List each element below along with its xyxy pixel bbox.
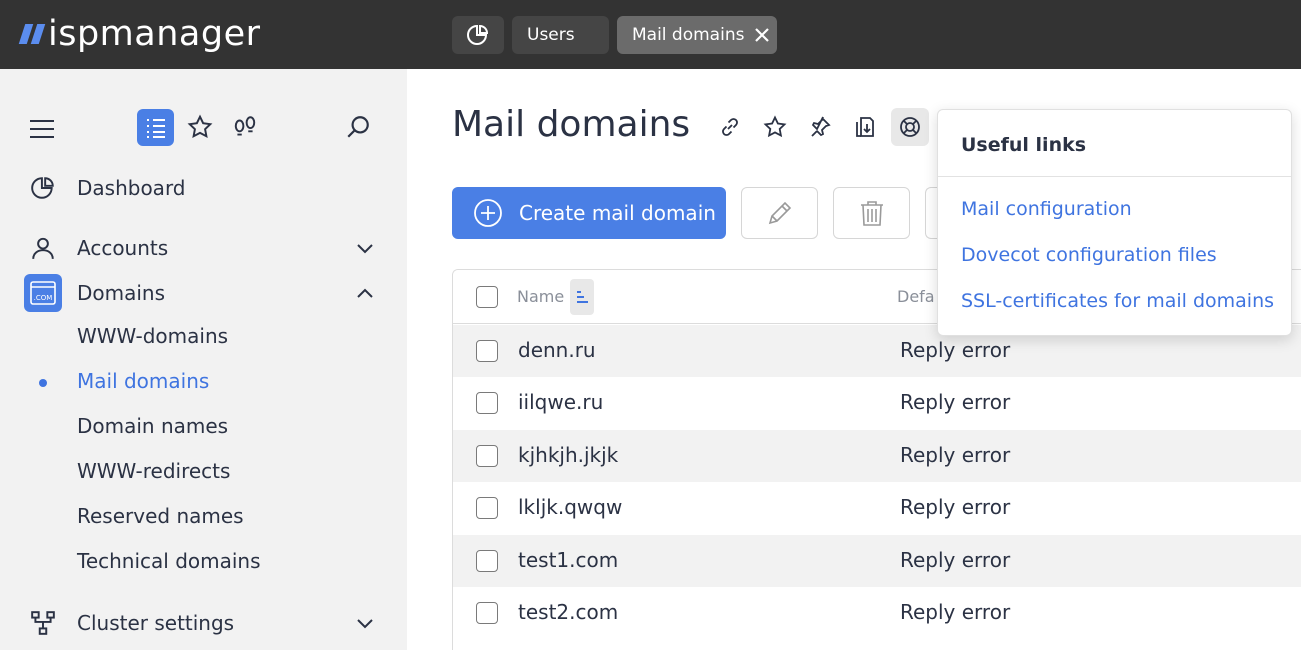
row-checkbox[interactable]	[476, 602, 498, 624]
row-checkbox[interactable]	[476, 550, 498, 572]
cell-name: lkljk.qwqw	[518, 495, 623, 519]
tab-users-label: Users	[527, 25, 575, 45]
chevron-up-icon[interactable]	[354, 282, 376, 304]
column-header-name[interactable]: Name	[517, 287, 564, 306]
logo[interactable]: ispmanager	[18, 12, 261, 56]
useful-links-popup: Useful links Mail configuration Dovecot …	[937, 109, 1292, 336]
sort-icon[interactable]	[570, 279, 594, 315]
table-row[interactable]: test2.com Reply error	[453, 587, 1301, 639]
link-icon[interactable]	[711, 108, 749, 146]
cell-default: Reply error	[900, 495, 1011, 519]
logo-mark-icon	[18, 24, 46, 44]
cluster-icon	[24, 604, 62, 642]
cell-default: Reply error	[900, 338, 1011, 362]
tab-mail-domains[interactable]: Mail domains	[617, 16, 777, 54]
row-checkbox[interactable]	[476, 340, 498, 362]
dashboard-icon	[467, 24, 489, 45]
row-checkbox[interactable]	[476, 392, 498, 414]
popup-title: Useful links	[961, 134, 1087, 156]
cell-default: Reply error	[900, 600, 1011, 624]
sidebar-subitem-domain-names[interactable]: Domain names	[77, 414, 228, 438]
svg-text:.COM: .COM	[34, 294, 53, 302]
table-row[interactable]: test1.com Reply error	[453, 535, 1301, 587]
close-icon[interactable]	[754, 27, 770, 43]
title-actions	[711, 108, 936, 146]
sidebar-item-cluster-settings[interactable]: Cluster settings	[0, 603, 407, 643]
popup-divider	[938, 176, 1291, 177]
create-mail-domain-label: Create mail domain	[519, 201, 716, 225]
sidebar-subitem-www-redirects[interactable]: WWW-redirects	[77, 459, 230, 483]
footprints-icon[interactable]	[231, 113, 259, 141]
sidebar-item-domains[interactable]: .COM Domains	[0, 273, 407, 313]
create-mail-domain-button[interactable]: Create mail domain	[452, 187, 726, 239]
top-bar: ispmanager Users Mail domains	[0, 0, 1301, 69]
cell-name: iilqwe.ru	[518, 390, 604, 414]
sidebar-subitem-reserved-names[interactable]: Reserved names	[77, 504, 244, 528]
cell-name: denn.ru	[518, 338, 596, 362]
domain-com-icon: .COM	[24, 274, 62, 312]
cell-default: Reply error	[900, 548, 1011, 572]
lifebuoy-icon[interactable]	[891, 108, 929, 146]
table-row[interactable]: kjhkjh.jkjk Reply error	[453, 430, 1301, 482]
cell-default: Reply error	[900, 390, 1011, 414]
page-title: Mail domains	[452, 104, 691, 145]
sidebar-item-label: Accounts	[77, 236, 169, 260]
chevron-down-icon[interactable]	[354, 612, 376, 634]
export-icon[interactable]	[846, 108, 884, 146]
sidebar-subitem-technical-domains[interactable]: Technical domains	[77, 549, 261, 573]
cell-default: Reply error	[900, 443, 1011, 467]
sidebar-subitem-mail-domains[interactable]: Mail domains	[77, 369, 209, 393]
pencil-icon	[768, 201, 791, 225]
sidebar-subitem-www-domains[interactable]: WWW-domains	[77, 324, 228, 348]
pin-icon[interactable]	[801, 108, 839, 146]
logo-text: ispmanager	[48, 14, 261, 54]
sidebar: Dashboard Accounts .COM Domains WWW-doma…	[0, 69, 407, 650]
column-header-default[interactable]: Defa	[897, 287, 935, 306]
row-checkbox[interactable]	[476, 497, 498, 519]
sidebar-item-dashboard[interactable]: Dashboard	[0, 168, 407, 208]
sidebar-item-accounts[interactable]: Accounts	[0, 228, 407, 268]
search-icon[interactable]	[344, 113, 372, 141]
link-ssl-certificates[interactable]: SSL-certificates for mail domains	[961, 290, 1274, 312]
trash-icon	[860, 201, 883, 226]
active-indicator-dot	[39, 379, 47, 387]
sidebar-item-label: Dashboard	[77, 176, 186, 200]
menu-icon[interactable]	[28, 117, 56, 141]
star-icon[interactable]	[186, 113, 214, 141]
tab-mail-domains-label: Mail domains	[632, 25, 745, 45]
sidebar-toolbar	[0, 109, 407, 147]
table-row[interactable]: iilqwe.ru Reply error	[453, 377, 1301, 429]
delete-button[interactable]	[833, 187, 910, 239]
dashboard-icon	[24, 169, 62, 207]
edit-button[interactable]	[741, 187, 818, 239]
sidebar-item-label: Cluster settings	[77, 611, 235, 635]
chevron-down-icon[interactable]	[354, 237, 376, 259]
star-icon[interactable]	[756, 108, 794, 146]
tab-users[interactable]: Users	[512, 16, 609, 54]
user-icon	[24, 229, 62, 267]
row-checkbox[interactable]	[476, 445, 498, 467]
cell-name: test1.com	[518, 548, 619, 572]
tab-dashboard[interactable]	[452, 16, 504, 54]
cell-name: test2.com	[518, 600, 619, 624]
link-dovecot-configuration[interactable]: Dovecot configuration files	[961, 244, 1217, 266]
sidebar-item-label: Domains	[77, 281, 166, 305]
link-mail-configuration[interactable]: Mail configuration	[961, 198, 1132, 220]
list-view-icon[interactable]	[137, 109, 174, 146]
cell-name: kjhkjh.jkjk	[518, 443, 619, 467]
select-all-checkbox[interactable]	[476, 286, 498, 308]
plus-circle-icon	[474, 199, 502, 227]
table-row[interactable]: lkljk.qwqw Reply error	[453, 482, 1301, 534]
